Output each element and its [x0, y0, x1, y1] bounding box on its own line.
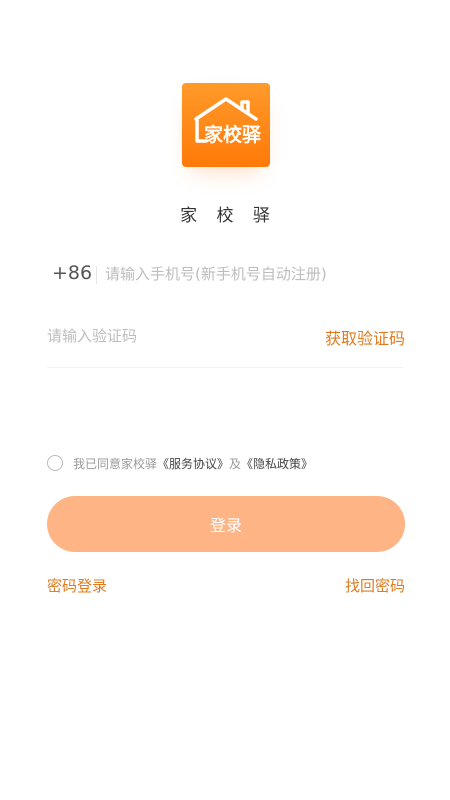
verification-code-input[interactable]	[47, 322, 287, 350]
agreement-connector: 及	[229, 456, 242, 471]
logo-text: 家校驿	[204, 124, 262, 146]
code-underline	[47, 367, 403, 368]
login-button[interactable]: 登录	[47, 496, 405, 552]
app-name: 家 校 驿	[180, 206, 277, 226]
get-code-button[interactable]: 获取验证码	[325, 325, 405, 349]
login-page: 家校驿 家 校 驿 +86 获取验证码 我已同意家校驿《服务协议》及《隐私政策》…	[0, 0, 450, 800]
agreement-prefix: 我已同意家校驿	[73, 456, 158, 471]
app-logo: 家校驿	[182, 83, 270, 173]
phone-row: +86	[47, 258, 403, 290]
password-login-link[interactable]: 密码登录	[47, 575, 107, 596]
service-agreement-link[interactable]: 《服务协议》	[157, 457, 229, 471]
agreement-row: 我已同意家校驿《服务协议》及《隐私政策》	[47, 453, 313, 473]
forgot-password-link[interactable]: 找回密码	[345, 575, 405, 596]
verification-code-row: 获取验证码	[47, 322, 405, 352]
phone-input[interactable]	[105, 260, 401, 288]
logo-tile: 家校驿	[182, 83, 270, 167]
privacy-policy-link[interactable]: 《隐私政策》	[241, 457, 313, 471]
country-code[interactable]: +86	[52, 262, 92, 284]
radio-circle-icon[interactable]	[47, 455, 63, 471]
country-code-divider	[96, 266, 97, 284]
agreement-text: 我已同意家校驿《服务协议》及《隐私政策》	[73, 455, 313, 472]
